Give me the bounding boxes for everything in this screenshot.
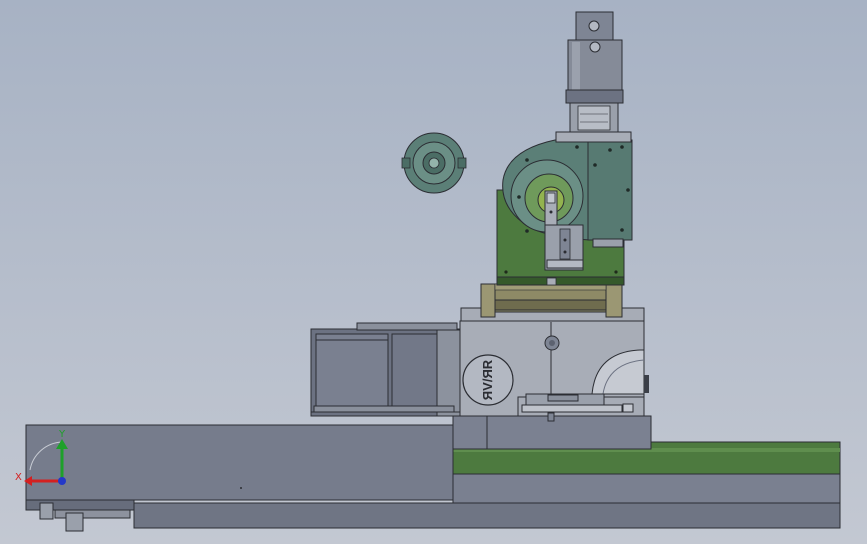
mounting-block-left-ear — [480, 283, 496, 318]
cylinder-cap-hole — [588, 20, 600, 32]
triad-z-axis — [58, 477, 66, 485]
upright-center-tab — [546, 277, 557, 286]
gearbox-bottom-rail — [313, 405, 455, 413]
gearbox-cover[interactable] — [315, 333, 389, 407]
upright-bolt-1 — [504, 270, 508, 274]
slider-cap — [546, 192, 556, 204]
lower-base-plate[interactable] — [133, 502, 841, 529]
coupling-bore — [428, 157, 440, 169]
mounting-block-right-ear — [605, 283, 623, 318]
gearbox-top-rail — [356, 322, 458, 331]
coupling-part[interactable] — [401, 132, 467, 194]
mounting-block[interactable] — [480, 283, 623, 318]
triad-x-label: X — [15, 472, 22, 483]
cylinder-flange[interactable] — [555, 131, 632, 143]
gearbox-window[interactable] — [391, 333, 439, 407]
slider-foot — [546, 259, 584, 269]
base-mark — [240, 487, 242, 489]
slider-screw-3 — [563, 250, 567, 254]
gearbox-assembly[interactable] — [310, 322, 462, 417]
gearbox-bracket[interactable] — [436, 329, 461, 417]
coupling-key-left — [401, 157, 411, 169]
upright-plate-base — [496, 276, 625, 286]
cylinder-assembly[interactable] — [555, 11, 632, 143]
housing-logo-text: ЯV/ЯR — [480, 359, 495, 400]
housing-clamp-plate — [521, 404, 623, 413]
foot-right[interactable] — [65, 512, 84, 532]
cylinder-barrel-highlight — [572, 42, 580, 90]
slider-screw-2 — [563, 238, 567, 242]
cylinder-guide-inner — [577, 105, 611, 131]
main-housing[interactable]: ЯV/ЯR — [459, 307, 649, 422]
mid-base-plate[interactable] — [452, 473, 841, 504]
cad-model-scene[interactable]: ЯV/ЯR Y X — [0, 0, 867, 544]
foot-left[interactable] — [39, 502, 54, 520]
slider-inner-slot — [559, 228, 571, 260]
main-base-plate[interactable] — [25, 424, 454, 501]
housing-clamp-tab — [622, 403, 634, 413]
triad-y-label: Y — [58, 429, 66, 440]
graphics-viewport[interactable]: ЯV/ЯR Y X — [0, 0, 867, 544]
housing-bolt-hole-inner — [549, 340, 555, 346]
cylinder-lower-body[interactable] — [565, 89, 624, 104]
cylinder-port — [589, 41, 601, 53]
coupling-key-right — [457, 157, 467, 169]
housing-side-knob[interactable] — [644, 375, 649, 393]
base-plate-assembly[interactable] — [25, 415, 841, 532]
motor-right-flange — [587, 139, 633, 241]
housing-clamp-slot — [547, 394, 579, 402]
motor-base-block — [592, 238, 624, 248]
slider-screw-1 — [549, 210, 553, 214]
upright-bolt-2 — [614, 270, 618, 274]
housing-clamp-pin — [547, 412, 555, 422]
mounting-block-groove — [494, 299, 607, 311]
